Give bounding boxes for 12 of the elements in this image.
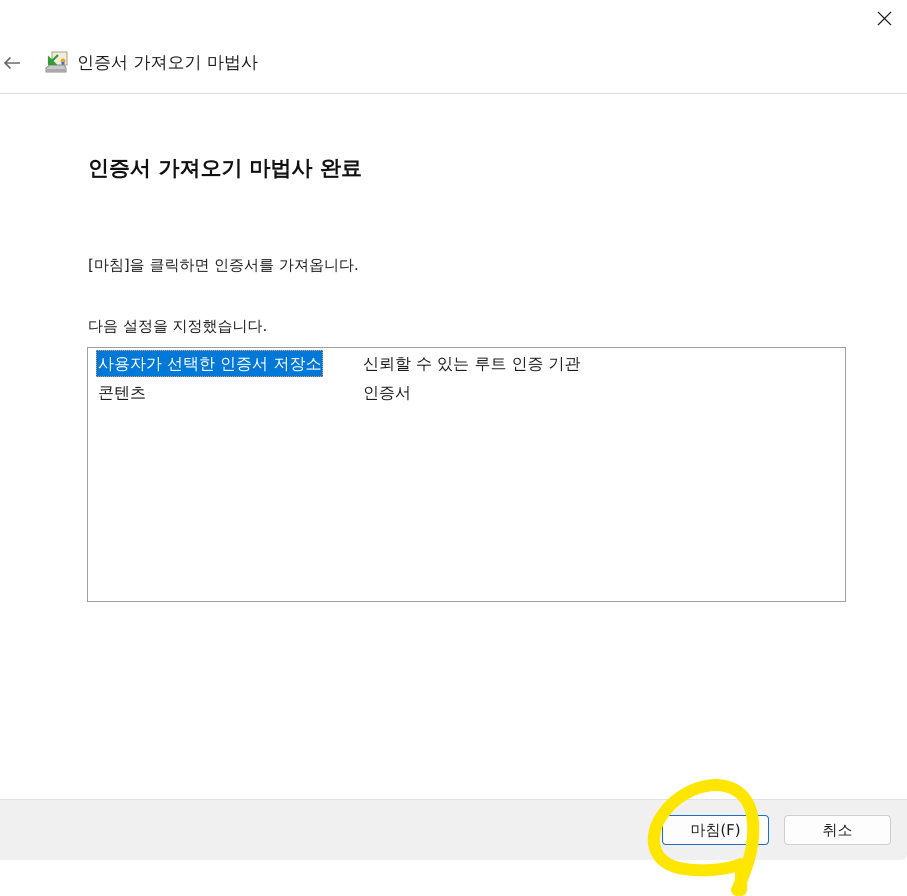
setting-value: 인증서 bbox=[363, 382, 411, 404]
settings-label: 다음 설정을 지정했습니다. bbox=[88, 316, 268, 336]
close-icon[interactable] bbox=[877, 11, 892, 26]
back-arrow-icon[interactable] bbox=[3, 56, 21, 70]
page-heading: 인증서 가져오기 마법사 완료 bbox=[88, 155, 363, 182]
window-title: 인증서 가져오기 마법사 bbox=[77, 52, 258, 74]
setting-value: 신뢰할 수 있는 루트 인증 기관 bbox=[363, 353, 580, 375]
cancel-button[interactable]: 취소 bbox=[784, 815, 891, 845]
certificate-arrow-icon bbox=[44, 50, 68, 74]
setting-name[interactable]: 사용자가 선택한 인증서 저장소 bbox=[96, 350, 324, 377]
setting-name[interactable]: 콘텐츠 bbox=[96, 379, 148, 406]
instruction-text: [마침]을 클릭하면 인증서를 가져옵니다. bbox=[88, 255, 360, 275]
